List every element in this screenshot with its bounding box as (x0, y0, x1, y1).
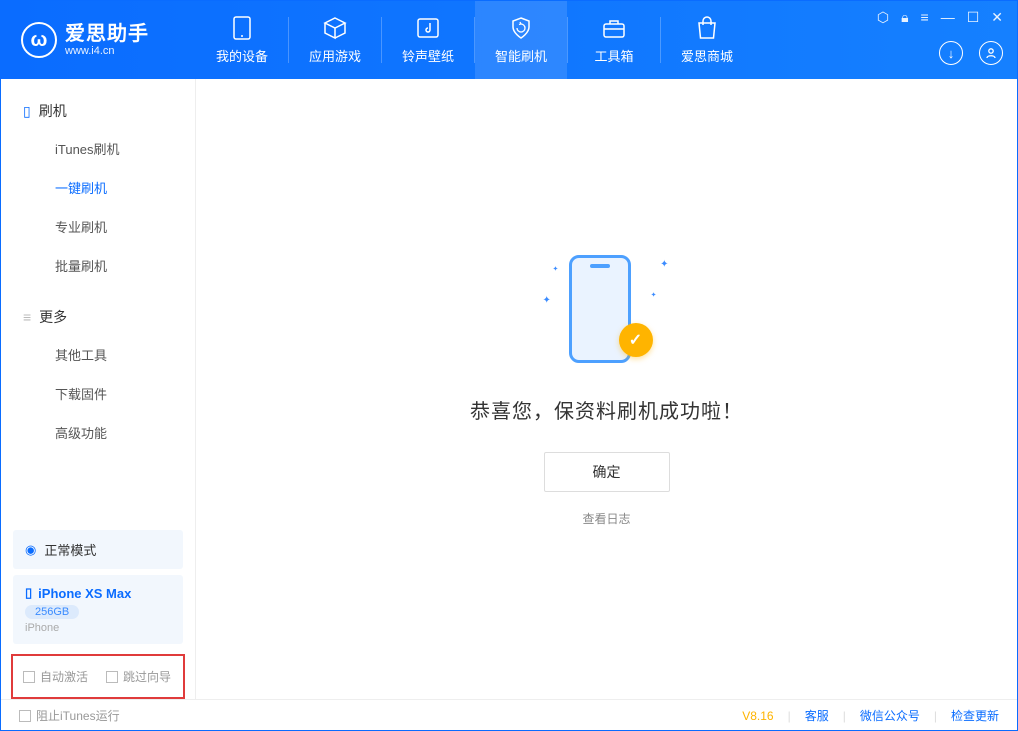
section-label: 刷机 (39, 101, 67, 121)
top-nav: 我的设备 应用游戏 铃声壁纸 智能刷机 工具箱 爱思商城 (196, 1, 753, 79)
cube-icon (322, 15, 348, 41)
section-label: 更多 (39, 307, 67, 327)
checkbox-auto-activate[interactable]: 自动激活 (23, 668, 88, 685)
sparkle-icon: ✦ (543, 295, 551, 306)
list-icon: ≡ (23, 309, 31, 325)
checkbox-icon (23, 671, 35, 683)
device-type: iPhone (25, 622, 171, 634)
check-badge-icon: ✓ (619, 323, 653, 357)
options-highlight-box: 自动激活 跳过向导 (11, 654, 185, 699)
checkbox-icon (19, 710, 31, 722)
checkbox-skip-guide[interactable]: 跳过向导 (106, 668, 171, 685)
toolbox-icon (601, 15, 627, 41)
device-icon (229, 15, 255, 41)
app-title: 爱思助手 (65, 23, 149, 45)
sidebar-item-itunes[interactable]: iTunes刷机 (1, 129, 195, 168)
nav-label: 我的设备 (216, 46, 268, 65)
nav-flash[interactable]: 智能刷机 (475, 1, 567, 79)
sidebar-section-flash[interactable]: ▯ 刷机 (1, 93, 195, 129)
checkbox-icon (106, 671, 118, 683)
window-controls: ⬡ 🔒︎ ≡ — ☐ ✕ (877, 9, 1003, 26)
device-mode: 正常模式 (44, 540, 96, 559)
customer-service-link[interactable]: 客服 (805, 707, 829, 724)
logo-icon: ω (21, 22, 57, 58)
phone-icon: ▯ (23, 103, 31, 120)
sparkle-icon: ✦ (651, 291, 657, 299)
sparkle-icon: ✦ (660, 259, 668, 270)
shirt-icon[interactable]: ⬡ (877, 9, 889, 26)
logo-block[interactable]: ω 爱思助手 www.i4.cn (1, 22, 196, 58)
sidebar-item-batch[interactable]: 批量刷机 (1, 246, 195, 285)
menu-icon[interactable]: ≡ (921, 9, 929, 26)
sparkle-icon: ✦ (553, 265, 559, 273)
account-button[interactable] (979, 41, 1003, 65)
maximize-button[interactable]: ☐ (967, 9, 980, 26)
header: ω 爱思助手 www.i4.cn 我的设备 应用游戏 铃声壁纸 智能刷机 工具箱 (1, 1, 1017, 79)
checkbox-label: 跳过向导 (123, 668, 171, 685)
app-subtitle: www.i4.cn (65, 45, 149, 57)
shield-refresh-icon (508, 15, 534, 41)
download-button[interactable]: ↓ (939, 41, 963, 65)
sidebar-section-more[interactable]: ≡ 更多 (1, 299, 195, 335)
sidebar: ▯ 刷机 iTunes刷机 一键刷机 专业刷机 批量刷机 ≡ 更多 其他工具 下… (1, 79, 196, 699)
ok-button[interactable]: 确定 (544, 452, 670, 492)
nav-apps[interactable]: 应用游戏 (289, 1, 381, 79)
status-dot-icon: ◉ (25, 542, 36, 558)
checkbox-block-itunes[interactable]: 阻止iTunes运行 (19, 707, 120, 724)
device-info-card[interactable]: ▯ iPhone XS Max 256GB iPhone (13, 575, 183, 644)
nav-my-device[interactable]: 我的设备 (196, 1, 288, 79)
checkbox-label: 阻止iTunes运行 (36, 707, 120, 724)
nav-label: 爱思商城 (681, 46, 733, 65)
nav-store[interactable]: 爱思商城 (661, 1, 753, 79)
bag-icon (694, 15, 720, 41)
lock-icon[interactable]: 🔒︎ (901, 9, 908, 26)
nav-label: 工具箱 (594, 46, 633, 65)
nav-ringtone[interactable]: 铃声壁纸 (382, 1, 474, 79)
footer: 阻止iTunes运行 V8.16 | 客服 | 微信公众号 | 检查更新 (1, 699, 1017, 731)
checkbox-label: 自动激活 (40, 668, 88, 685)
check-update-link[interactable]: 检查更新 (951, 707, 999, 724)
wechat-link[interactable]: 微信公众号 (860, 707, 920, 724)
nav-label: 应用游戏 (309, 46, 361, 65)
sidebar-item-other[interactable]: 其他工具 (1, 335, 195, 374)
device-name: iPhone XS Max (38, 586, 131, 601)
nav-toolbox[interactable]: 工具箱 (568, 1, 660, 79)
device-capacity: 256GB (25, 605, 79, 619)
sidebar-item-firmware[interactable]: 下载固件 (1, 374, 195, 413)
sidebar-item-pro[interactable]: 专业刷机 (1, 207, 195, 246)
minimize-button[interactable]: — (941, 9, 955, 26)
nav-label: 智能刷机 (495, 46, 547, 65)
view-log-link[interactable]: 查看日志 (582, 510, 630, 527)
device-mode-card[interactable]: ◉ 正常模式 (13, 530, 183, 569)
main-content: ✦ ✦ ✦ ✦ ✓ 恭喜您，保资料刷机成功啦！ 确定 查看日志 (196, 79, 1017, 699)
success-message: 恭喜您，保资料刷机成功啦！ (470, 395, 743, 424)
version-label: V8.16 (742, 709, 773, 723)
phone-outline-icon: ▯ (25, 585, 32, 601)
success-illustration: ✦ ✦ ✦ ✦ ✓ (547, 251, 667, 371)
music-folder-icon (415, 15, 441, 41)
sidebar-item-advanced[interactable]: 高级功能 (1, 413, 195, 452)
nav-label: 铃声壁纸 (402, 46, 454, 65)
sidebar-item-oneclick[interactable]: 一键刷机 (1, 168, 195, 207)
close-button[interactable]: ✕ (991, 9, 1003, 26)
